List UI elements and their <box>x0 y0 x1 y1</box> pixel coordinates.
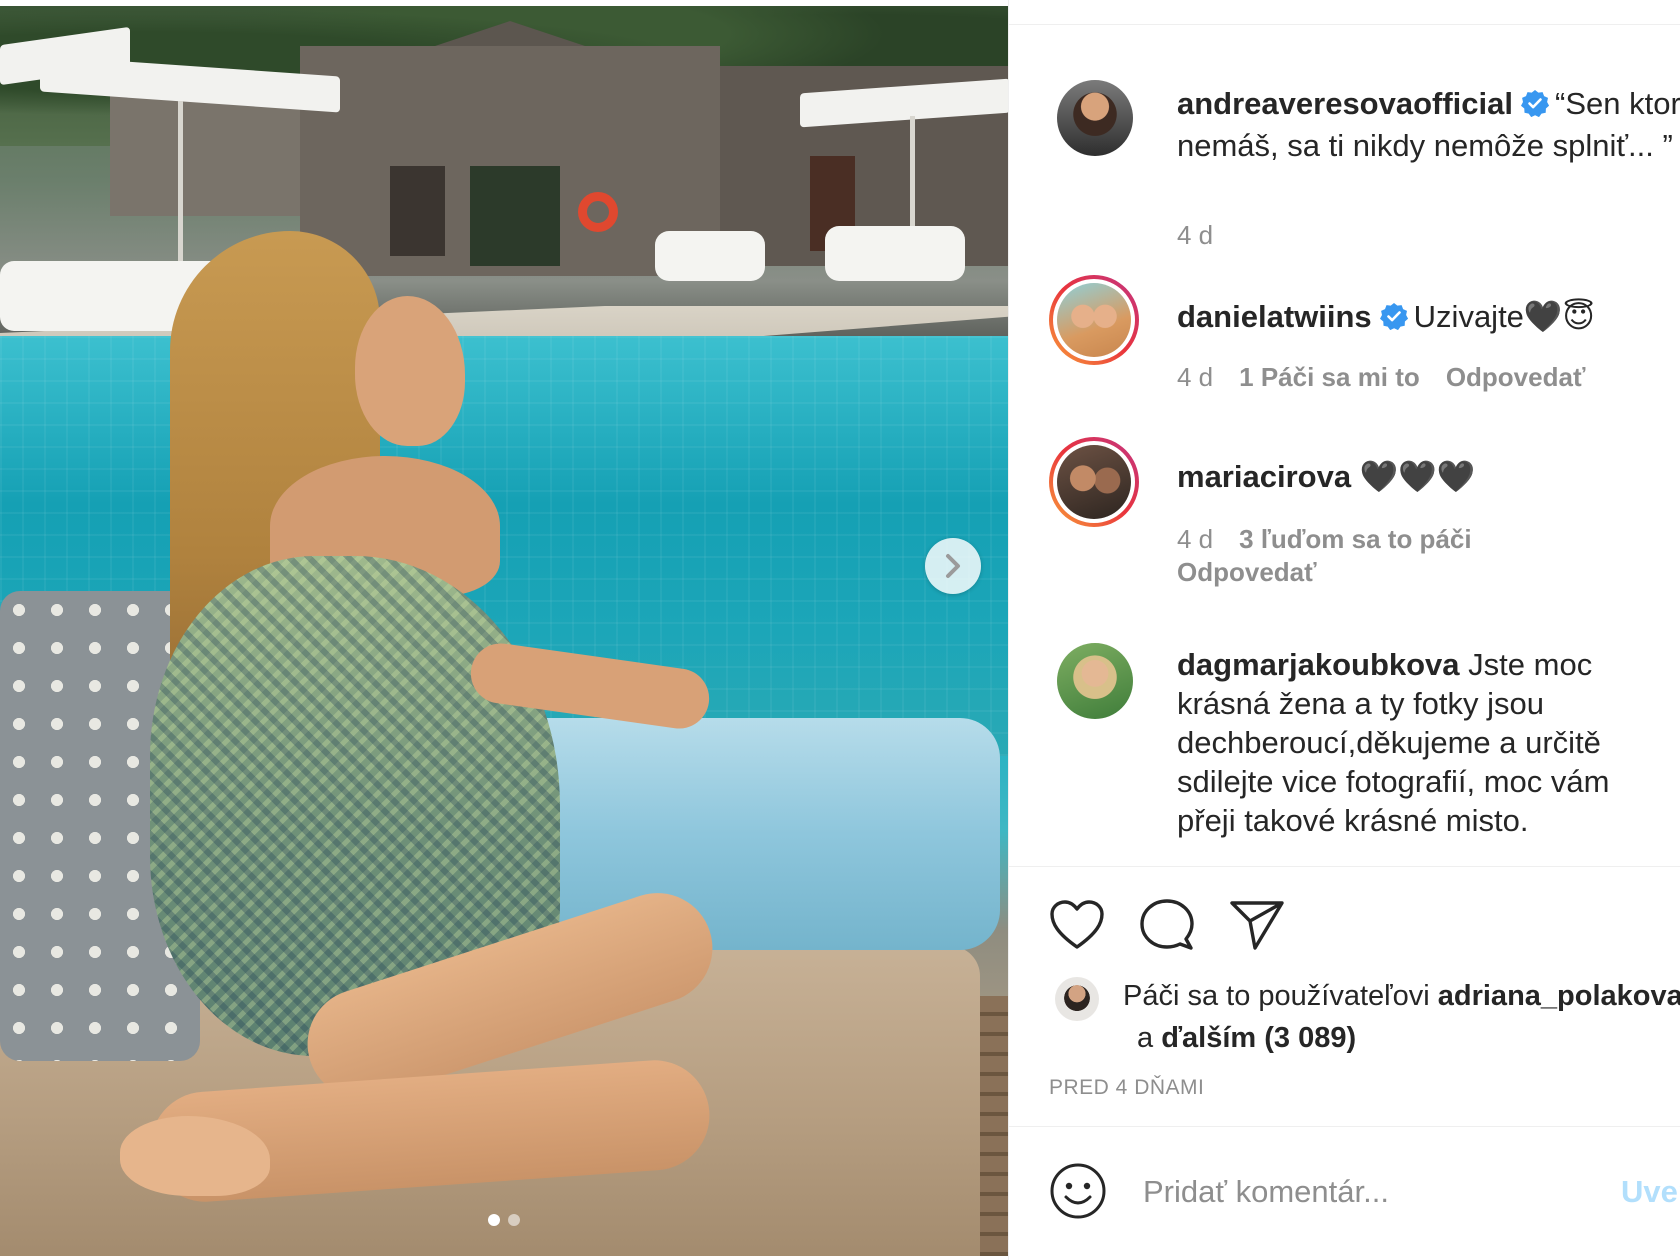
post-actions <box>1047 895 1287 955</box>
carousel-dot-active <box>488 1214 500 1226</box>
avatar <box>1057 80 1133 156</box>
avatar-ring <box>1053 441 1135 523</box>
verified-badge-icon <box>1521 87 1550 126</box>
post-timestamp[interactable]: PRED 4 DŇAMI <box>1049 1076 1204 1100</box>
carousel-next-button[interactable] <box>925 538 981 594</box>
divider <box>1009 1126 1680 1127</box>
liker-avatar[interactable] <box>1055 977 1099 1021</box>
caption-username[interactable]: andreaveresovaofficial <box>1177 86 1513 121</box>
avatar <box>1057 283 1131 357</box>
lifebuoy <box>578 192 618 232</box>
avatar <box>1057 643 1133 719</box>
comment-button[interactable] <box>1137 895 1197 955</box>
sun-lounger <box>825 226 965 281</box>
verified-badge-icon <box>1379 300 1408 339</box>
comment-text: danielatwiins Uzivajte🖤😇 <box>1177 297 1677 339</box>
building-opening <box>470 166 560 266</box>
post-sidebar: andreaveresovaofficial “Sen ktorý nemáš, s… <box>1008 0 1680 1260</box>
paper-plane-icon <box>1230 901 1284 950</box>
smiley-icon <box>1050 1163 1106 1219</box>
comment-time[interactable]: 4 d <box>1177 362 1213 393</box>
comment-text: mariacirova 🖤🖤🖤 <box>1177 457 1677 496</box>
caption-text-line2: nemáš, sa ti nikdy nemôže splniť... ” <box>1177 128 1673 163</box>
avatar <box>1057 445 1131 519</box>
divider <box>1009 866 1680 867</box>
avatar-ring <box>1053 279 1135 361</box>
comment-username[interactable]: mariacirova <box>1177 459 1351 494</box>
emoji-button[interactable] <box>1049 1162 1107 1220</box>
comment-input[interactable] <box>1143 1164 1593 1220</box>
liker-username[interactable]: adriana_polakova <box>1438 980 1680 1012</box>
likes-line2: a ďalším (3 089) <box>1137 1017 1356 1059</box>
comment-likes-link[interactable]: 1 Páči sa mi to <box>1239 362 1420 393</box>
comment-body: Uzivajte🖤😇 <box>1413 299 1595 334</box>
caption-meta: 4 d <box>1177 220 1213 251</box>
sun-lounger <box>655 231 765 281</box>
likes-prefix: Páči sa to používateľovi <box>1123 980 1430 1012</box>
commenter-avatar[interactable] <box>1049 437 1139 527</box>
building-door <box>390 166 445 256</box>
comment-body: 🖤🖤🖤 <box>1359 459 1476 494</box>
comment-username[interactable]: dagmarjakoubkova <box>1177 647 1460 682</box>
likes-line1: Páči sa to používateľovi adriana_polakov… <box>1123 975 1680 1017</box>
reply-button[interactable]: Odpovedať <box>1177 557 1317 588</box>
chevron-right-icon <box>946 554 960 578</box>
share-button[interactable] <box>1227 895 1287 955</box>
commenter-avatar[interactable] <box>1049 275 1139 365</box>
comments-list[interactable]: andreaveresovaofficial “Sen ktorý nemáš, s… <box>1009 25 1680 865</box>
comment-icon <box>1140 899 1194 950</box>
caption-time[interactable]: 4 d <box>1177 220 1213 251</box>
umbrella-pole <box>178 101 183 261</box>
commenter-avatar[interactable] <box>1057 643 1133 719</box>
heart-icon <box>1050 900 1104 949</box>
like-button[interactable] <box>1047 895 1107 955</box>
likes-others-link[interactable]: ďalším (3 089) <box>1161 1022 1356 1054</box>
comment-time[interactable]: 4 d <box>1177 524 1213 555</box>
post-comment-button[interactable]: Uverejniť <box>1621 1174 1680 1210</box>
carousel-dot <box>508 1214 520 1226</box>
comment-likes-link[interactable]: 3 ľuďom sa to páči <box>1239 524 1471 555</box>
comment-text: dagmarjakoubkova Jste moc krásná žena a … <box>1177 645 1647 840</box>
caption-text: andreaveresovaofficial “Sen ktorý nemáš, s… <box>1177 84 1680 165</box>
likes-and: a <box>1137 1022 1154 1054</box>
post-photo[interactable] <box>0 6 1008 1256</box>
comment-meta: 4 d 1 Páči sa mi to Odpovedať <box>1177 362 1585 393</box>
carousel-indicator <box>0 1214 1008 1226</box>
reply-button[interactable]: Odpovedať <box>1446 362 1586 393</box>
comment-username[interactable]: danielatwiins <box>1177 299 1372 334</box>
author-avatar[interactable] <box>1057 80 1133 156</box>
comment-meta: 4 d 3 ľuďom sa to páči Odpovedať <box>1177 524 1597 588</box>
caption-text-line1: “Sen ktorý <box>1555 86 1680 121</box>
